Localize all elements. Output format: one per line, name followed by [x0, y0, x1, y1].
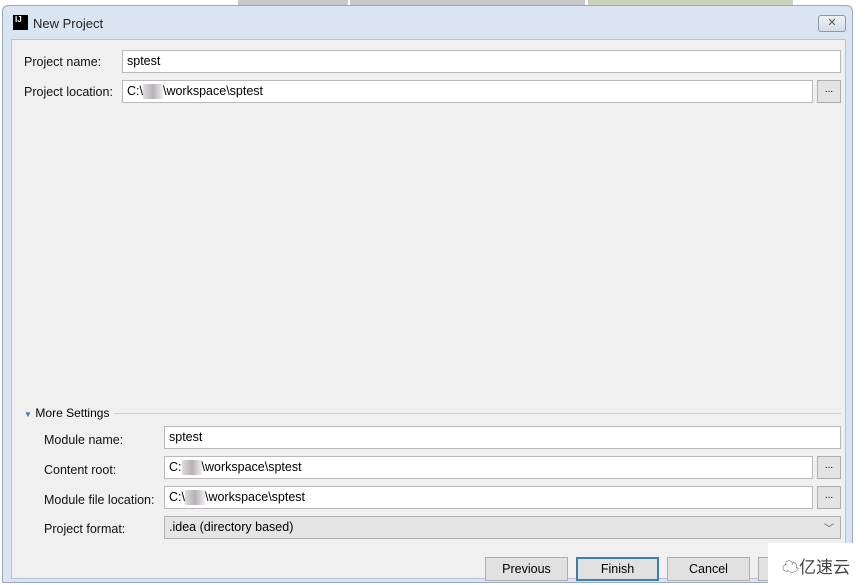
- project-format-label: Project format:: [44, 522, 126, 536]
- content-root-prefix: C:: [169, 460, 182, 474]
- redacted-username: [142, 84, 163, 100]
- project-name-value: sptest: [127, 54, 161, 68]
- dialog-title: New Project: [33, 16, 104, 31]
- divider: [114, 413, 841, 414]
- project-format-value: .idea (directory based): [169, 520, 294, 534]
- close-button[interactable]: ✕: [818, 15, 846, 32]
- content-root-label: Content root:: [44, 463, 117, 477]
- module-file-location-input[interactable]: C:\ \workspace\sptest: [164, 486, 813, 509]
- chevron-down-icon: ﹀: [824, 524, 834, 535]
- location-suffix: \workspace\sptest: [162, 84, 264, 98]
- module-name-label: Module name:: [44, 433, 124, 447]
- module-file-suffix: \workspace\sptest: [204, 490, 306, 504]
- redacted-username: [184, 490, 205, 506]
- finish-button[interactable]: Finish: [576, 557, 659, 581]
- module-name-input[interactable]: sptest: [164, 426, 841, 449]
- watermark-logo: ☁亿速云: [768, 543, 868, 585]
- content-root-suffix: \workspace\sptest: [201, 460, 302, 474]
- project-name-input[interactable]: sptest: [122, 50, 841, 73]
- project-location-label: Project location:: [24, 85, 113, 99]
- previous-button[interactable]: Previous: [485, 557, 568, 581]
- title-bar[interactable]: IJ New Project ✕: [3, 6, 852, 39]
- intellij-app-icon: IJ: [13, 15, 28, 30]
- cancel-button[interactable]: Cancel: [667, 557, 750, 581]
- triangle-down-icon: ▼: [24, 410, 32, 419]
- more-settings-toggle[interactable]: ▼ More Settings: [24, 406, 109, 420]
- content-root-input[interactable]: C: \workspace\sptest: [164, 456, 813, 479]
- redacted-username: [181, 460, 202, 476]
- content-root-browse-button[interactable]: ...: [817, 456, 841, 479]
- project-location-input[interactable]: C:\ \workspace\sptest: [122, 80, 813, 103]
- module-file-browse-button[interactable]: ...: [817, 486, 841, 509]
- dialog-content: Project name: sptest Project location: C…: [11, 39, 846, 581]
- project-format-select[interactable]: .idea (directory based) ﹀: [164, 516, 841, 539]
- new-project-dialog: IJ New Project ✕ Project name: sptest Pr…: [2, 5, 853, 583]
- project-name-label: Project name:: [24, 55, 102, 69]
- more-settings-label: More Settings: [35, 406, 110, 420]
- module-file-prefix: C:\: [169, 490, 185, 504]
- module-file-location-label: Module file location:: [44, 493, 155, 507]
- location-prefix: C:\: [127, 84, 143, 98]
- cloud-icon: ☁: [782, 558, 799, 577]
- watermark-text: 亿速云: [799, 558, 850, 577]
- module-name-value: sptest: [169, 430, 203, 444]
- close-icon: ✕: [827, 17, 837, 29]
- project-location-browse-button[interactable]: ...: [817, 80, 841, 103]
